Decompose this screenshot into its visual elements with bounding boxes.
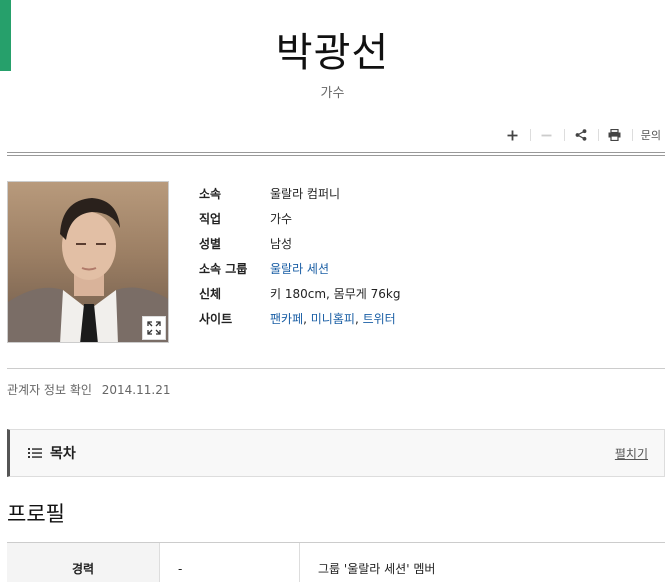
table-of-contents: 목차 펼치기 — [7, 429, 665, 477]
twitter-link[interactable]: 트위터 — [363, 312, 396, 326]
profile-photo-wrap — [7, 181, 169, 343]
page-subtitle: 가수 — [320, 86, 345, 101]
font-decrease-button[interactable] — [529, 125, 564, 145]
font-increase-button[interactable] — [496, 125, 530, 145]
profile-divider — [7, 368, 665, 369]
profile-info: 소속 울랄라 컴퍼니 직업 가수 성별 남성 소속 그룹 울랄라 세션 신체 키… — [199, 181, 400, 331]
page-title: 박광선 — [275, 30, 390, 76]
info-row-agency: 소속 울랄라 컴퍼니 — [199, 181, 400, 206]
info-row-gender: 성별 남성 — [199, 231, 400, 256]
article-toolbar: 문의 — [496, 125, 661, 145]
header-divider — [7, 152, 665, 156]
minus-icon — [541, 134, 552, 136]
inquiry-button[interactable]: 문의 — [631, 125, 661, 145]
info-row-site: 사이트 팬카페, 미니홈피, 트위터 — [199, 306, 400, 331]
print-button[interactable] — [597, 125, 632, 145]
info-label: 소속 그룹 — [199, 262, 248, 276]
expand-icon — [147, 321, 161, 335]
plus-icon — [507, 130, 518, 140]
info-confirmation: 관계자 정보 확인 2014.11.21 — [7, 381, 170, 398]
info-row-body: 신체 키 180cm, 몸무게 76kg — [199, 281, 400, 306]
minihompy-link[interactable]: 미니홈피 — [311, 312, 355, 326]
share-icon — [575, 129, 587, 141]
profile-photo[interactable] — [7, 181, 169, 343]
table-row-header: 경력 — [7, 543, 160, 582]
group-link[interactable]: 울랄라 세션 — [270, 260, 329, 277]
info-value: 남성 — [270, 237, 293, 251]
info-label: 성별 — [199, 237, 222, 251]
share-button[interactable] — [563, 125, 598, 145]
info-value: 가수 — [270, 212, 293, 226]
table-cell-detail: 그룹 '울랄라 세션' 멤버 — [318, 562, 436, 576]
info-label: 소속 — [199, 187, 222, 201]
info-label: 직업 — [199, 212, 222, 226]
info-row-occupation: 직업 가수 — [199, 206, 400, 231]
toc-title: 목차 — [50, 446, 76, 462]
info-label: 사이트 — [199, 312, 233, 326]
print-icon — [608, 129, 621, 141]
confirm-date: 2014.11.21 — [101, 383, 171, 397]
career-table: 경력 - 그룹 '울랄라 세션' 멤버 — [7, 542, 665, 582]
info-row-group: 소속 그룹 울랄라 세션 — [199, 256, 400, 281]
confirm-label: 관계자 정보 확인 — [7, 383, 92, 397]
photo-expand-button[interactable] — [142, 316, 166, 340]
toc-expand-button[interactable]: 펼치기 — [615, 445, 648, 462]
section-title: 프로필 — [7, 502, 65, 526]
info-label: 신체 — [199, 287, 222, 301]
table-cell-period: - — [160, 543, 300, 582]
list-icon — [28, 447, 42, 459]
info-value: 울랄라 컴퍼니 — [270, 187, 341, 201]
fancafe-link[interactable]: 팬카페 — [270, 312, 303, 326]
site-links: 팬카페, 미니홈피, 트위터 — [270, 312, 396, 326]
info-value: 키 180cm, 몸무게 76kg — [270, 287, 401, 301]
